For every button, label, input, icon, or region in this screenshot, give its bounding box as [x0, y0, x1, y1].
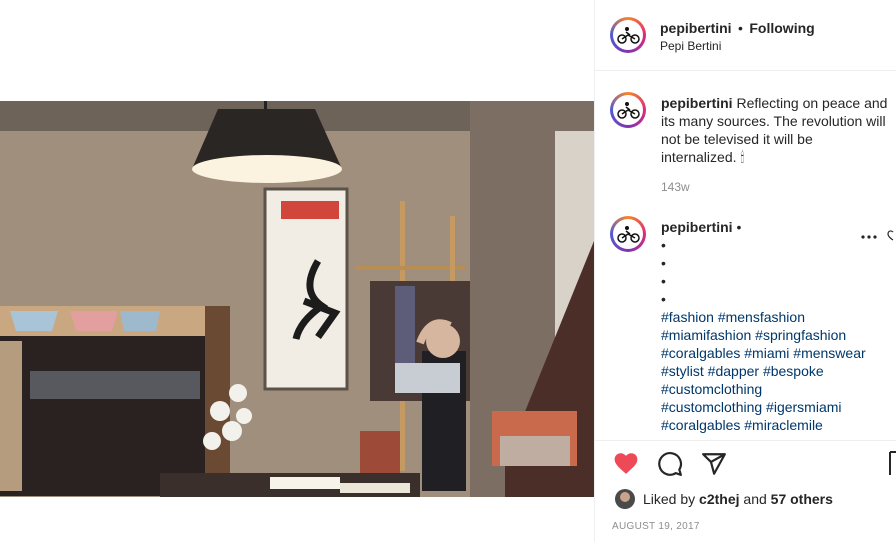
header-full-name[interactable]: Pepi Bertini [660, 39, 721, 53]
post-media-area [0, 0, 594, 542]
comment-dot: • [736, 219, 742, 235]
following-button[interactable]: Following [749, 20, 814, 36]
post-actions: Liked by c2thej and 57 others AUGUST 19,… [595, 440, 896, 543]
likes-prefix: Liked by [643, 491, 696, 507]
likes-user-link[interactable]: c2thej [699, 491, 739, 507]
likes-summary: Liked by c2thej and 57 others [643, 490, 833, 508]
motorcycle-logo-icon [617, 226, 640, 243]
avatar-inner [613, 95, 643, 125]
caption-line: not be televised it will be [661, 131, 813, 147]
post-date[interactable]: AUGUST 19, 2017 [612, 521, 700, 532]
hashtag-line[interactable]: #fashion #mensfashion [661, 308, 893, 326]
motorcycle-logo-icon [617, 27, 640, 44]
caption-line: Reflecting on peace and [736, 95, 888, 111]
caption-avatar[interactable] [610, 92, 646, 128]
caption-timestamp[interactable]: 143w [661, 180, 690, 194]
comment-username[interactable]: pepibertini [661, 219, 733, 235]
likes-others-link[interactable]: 57 others [771, 491, 833, 507]
comment-icon[interactable] [657, 451, 683, 477]
hashtag-line[interactable]: #customclothing #igersmiami [661, 398, 893, 416]
liker-avatar-face [620, 492, 630, 502]
hashtag-line[interactable]: #customclothing [661, 380, 893, 398]
comment-text: pepibertini • • • • • #fashion #mensfash… [661, 218, 893, 434]
post-photo[interactable] [0, 101, 594, 497]
comment-avatar[interactable] [610, 216, 646, 252]
likes-and: and [743, 491, 767, 507]
header-username[interactable]: pepibertini [660, 20, 732, 36]
save-icon[interactable] [889, 451, 896, 477]
avatar-inner [613, 219, 643, 249]
hashtag-line[interactable]: #miamifashion #springfashion [661, 326, 893, 344]
liker-avatar[interactable] [615, 489, 635, 509]
avatar-inner [613, 20, 643, 50]
caption-username[interactable]: pepibertini [661, 95, 733, 111]
post-side-panel: pepibertini • Following Pepi Bertini pep… [594, 0, 896, 542]
hashtag-line[interactable]: #coralgables #miami #menswear [661, 344, 893, 362]
share-icon[interactable] [701, 451, 727, 477]
comment-bullet: • [661, 237, 666, 253]
comment-bullet: • [661, 255, 666, 271]
more-options-icon[interactable] [860, 234, 878, 240]
hashtag-line[interactable]: #stylist #dapper #bespoke [661, 362, 893, 380]
avatar[interactable] [610, 17, 646, 53]
comment-bullet: • [661, 273, 666, 289]
hashtag-line[interactable]: #coralgables #miraclemile [661, 416, 893, 434]
heart-icon[interactable] [613, 451, 639, 475]
header-dot: • [738, 20, 743, 36]
comment-like-icon[interactable] [887, 230, 896, 242]
photo-illustration [0, 101, 594, 497]
motorcycle-logo-icon [617, 102, 640, 119]
post-header: pepibertini • Following Pepi Bertini [595, 0, 896, 71]
comment-bullet: • [661, 291, 666, 307]
caption-line: its many sources. The revolution will [661, 113, 886, 129]
caption-text: pepibertini Reflecting on peace and its … [661, 94, 896, 166]
header-title-row: pepibertini • Following [660, 19, 815, 38]
caption-line: internalized. 🕯 [661, 149, 745, 165]
